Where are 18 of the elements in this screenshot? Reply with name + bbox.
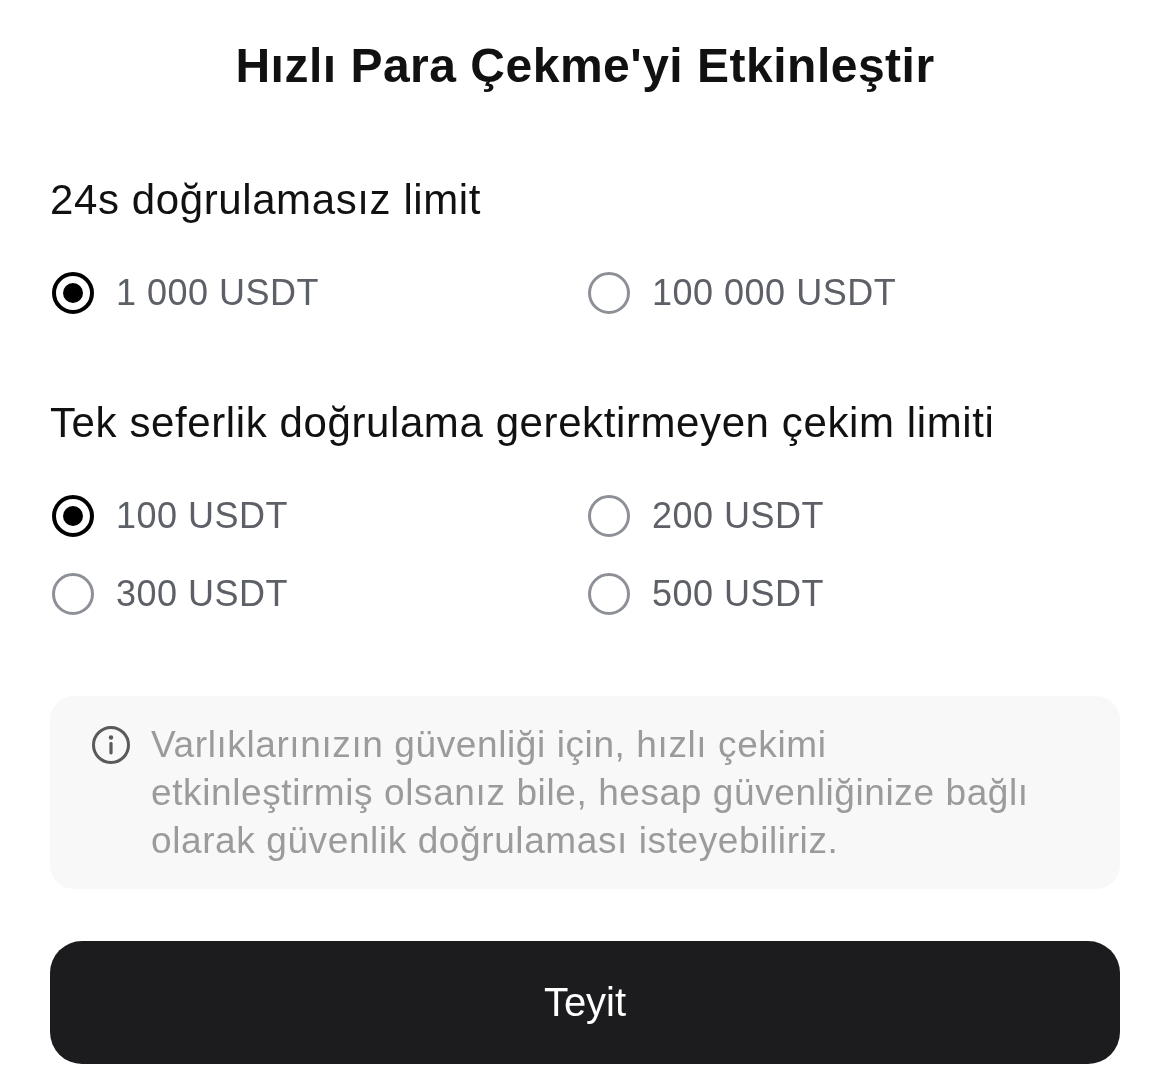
- radio-button[interactable]: [52, 495, 94, 537]
- section-heading: Tek seferlik doğrulama gerektirmeyen çekim limiti: [50, 398, 995, 448]
- radio-button[interactable]: [588, 573, 630, 615]
- option-label: 200 USDT: [652, 494, 825, 538]
- option-label: 1 000 USDT: [116, 271, 320, 315]
- radio-button[interactable]: [52, 573, 94, 615]
- option-label: 300 USDT: [116, 572, 289, 616]
- radio-button[interactable]: [52, 272, 94, 314]
- info-icon: [92, 726, 130, 764]
- dialog-title: Hızlı Para Çekme'yi Etkinleştir: [235, 38, 935, 94]
- option-label: 100 USDT: [116, 494, 289, 538]
- section-heading: 24s doğrulamasız limit: [50, 175, 482, 225]
- option-label: 100 000 USDT: [652, 271, 897, 315]
- radio-button[interactable]: [588, 272, 630, 314]
- radio-button[interactable]: [588, 495, 630, 537]
- confirm-button[interactable]: Teyit: [50, 941, 1120, 1064]
- option-label: 500 USDT: [652, 572, 825, 616]
- notice-text: Varlıklarınızın güvenliği için, hızlı çekimi etkinleştirmiş olsanız bile, hesap güvenliğinize bağlı olarak güvenlik doğrulaması isteyebiliriz.: [151, 723, 1030, 863]
